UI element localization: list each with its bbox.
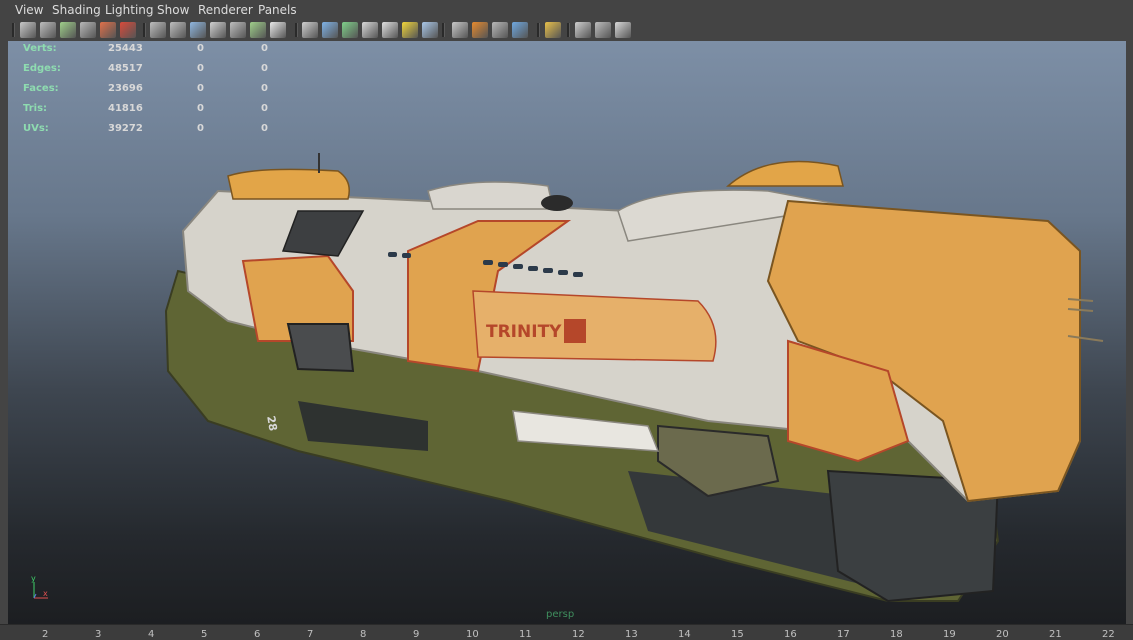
hud-value: 0 <box>261 123 268 134</box>
anti-aliasing-icon[interactable] <box>492 22 508 38</box>
default-material-icon[interactable] <box>362 22 378 38</box>
hud-value: 0 <box>197 123 204 134</box>
panel-toolbar <box>0 20 1133 41</box>
time-ruler-tick: 20 <box>996 629 1009 640</box>
gate-mask-icon[interactable] <box>210 22 226 38</box>
hud-value: 0 <box>197 103 204 114</box>
isolate-select-icon[interactable] <box>545 22 561 38</box>
hud-row: Verts: 25443 0 0 <box>23 43 293 63</box>
time-ruler-tick: 5 <box>201 629 208 640</box>
time-ruler-tick: 21 <box>1049 629 1062 640</box>
time-ruler-tick: 16 <box>784 629 797 640</box>
field-chart-icon[interactable] <box>230 22 246 38</box>
axis-y-label: y <box>31 574 36 583</box>
hud-row: Edges: 48517 0 0 <box>23 63 293 83</box>
time-ruler-tick: 9 <box>413 629 420 640</box>
menu-panels[interactable]: Panels <box>258 3 297 17</box>
hud-label: Tris: <box>23 103 48 114</box>
time-ruler-tick: 6 <box>254 629 261 640</box>
image-plane-icon[interactable] <box>80 22 96 38</box>
menu-bar: View Shading Lighting Show Renderer Pane… <box>0 0 1133 20</box>
xray-components-icon[interactable] <box>615 22 631 38</box>
pan-zoom-icon[interactable] <box>100 22 116 38</box>
menu-show[interactable]: Show <box>157 3 189 17</box>
bookmark-icon[interactable] <box>60 22 76 38</box>
time-ruler-tick: 15 <box>731 629 744 640</box>
menu-shading[interactable]: Shading <box>52 3 101 17</box>
textured-icon[interactable] <box>382 22 398 38</box>
hud-value: 25443 <box>108 43 143 54</box>
grid-icon[interactable] <box>150 22 166 38</box>
time-ruler-tick: 19 <box>943 629 956 640</box>
viewport-persp[interactable]: TRINITY 28 Verts: 25443 0 0 Edges: 48517 0 0 Fac… <box>8 41 1126 624</box>
menu-view[interactable]: View <box>15 3 43 17</box>
time-ruler-tick: 18 <box>890 629 903 640</box>
time-ruler-tick: 7 <box>307 629 314 640</box>
hud-value: 23696 <box>108 83 143 94</box>
menu-renderer[interactable]: Renderer <box>198 3 253 17</box>
hud-label: Edges: <box>23 63 61 74</box>
time-ruler-tick: 13 <box>625 629 638 640</box>
camera-name-label: persp <box>546 609 575 620</box>
film-gate-icon[interactable] <box>170 22 186 38</box>
toolbar-separator <box>12 23 15 37</box>
hud-value: 0 <box>261 43 268 54</box>
camera-icon[interactable] <box>20 22 36 38</box>
safe-title-icon[interactable] <box>270 22 286 38</box>
xray-joints-icon[interactable] <box>595 22 611 38</box>
shadows-icon[interactable] <box>422 22 438 38</box>
toolbar-separator <box>567 23 570 37</box>
hud-value: 48517 <box>108 63 143 74</box>
hud-row: UVs: 39272 0 0 <box>23 123 293 143</box>
resolution-gate-icon[interactable] <box>190 22 206 38</box>
xray-icon[interactable] <box>575 22 591 38</box>
time-ruler-tick: 3 <box>95 629 102 640</box>
smooth-shade-icon[interactable] <box>322 22 338 38</box>
time-ruler-tick: 8 <box>360 629 367 640</box>
depth-of-field-icon[interactable] <box>512 22 528 38</box>
ship-decal: TRINITY <box>486 322 562 342</box>
hud-label: Verts: <box>23 43 57 54</box>
grease-pencil-icon[interactable] <box>120 22 136 38</box>
hud-row: Tris: 41816 0 0 <box>23 103 293 123</box>
hud-label: Faces: <box>23 83 59 94</box>
hud-value: 0 <box>261 83 268 94</box>
axis-x-label: x <box>43 589 48 598</box>
hud-value: 0 <box>261 103 268 114</box>
hud-row: Faces: 23696 0 0 <box>23 83 293 103</box>
hud-value: 0 <box>197 43 204 54</box>
time-ruler-tick: 12 <box>572 629 585 640</box>
hud-value: 0 <box>261 63 268 74</box>
time-ruler-tick: 10 <box>466 629 479 640</box>
wireframe-on-shaded-icon[interactable] <box>342 22 358 38</box>
hud-value: 39272 <box>108 123 143 134</box>
toolbar-separator <box>537 23 540 37</box>
time-ruler-tick: 4 <box>148 629 155 640</box>
motion-blur-icon[interactable] <box>472 22 488 38</box>
time-ruler-tick: 22 <box>1102 629 1115 640</box>
toolbar-separator <box>295 23 298 37</box>
menu-lighting[interactable]: Lighting <box>105 3 154 17</box>
use-all-lights-icon[interactable] <box>402 22 418 38</box>
hud-label: UVs: <box>23 123 49 134</box>
time-ruler[interactable]: 2 3 4 5 6 7 8 9 10 11 12 13 14 15 16 17 18 19 20 21 22 <box>0 624 1133 640</box>
safe-action-icon[interactable] <box>250 22 266 38</box>
hull-number: 28 <box>264 415 279 432</box>
axis-gizmo-icon: y x <box>31 574 48 599</box>
hud-value: 41816 <box>108 103 143 114</box>
time-ruler-tick: 2 <box>42 629 49 640</box>
wireframe-icon[interactable] <box>302 22 318 38</box>
toolbar-separator <box>143 23 146 37</box>
screen-space-ao-icon[interactable] <box>452 22 468 38</box>
hud-value: 0 <box>197 63 204 74</box>
time-ruler-tick: 14 <box>678 629 691 640</box>
camera-attributes-icon[interactable] <box>40 22 56 38</box>
time-ruler-tick: 11 <box>519 629 532 640</box>
toolbar-separator <box>442 23 445 37</box>
hud-value: 0 <box>197 83 204 94</box>
time-ruler-tick: 17 <box>837 629 850 640</box>
